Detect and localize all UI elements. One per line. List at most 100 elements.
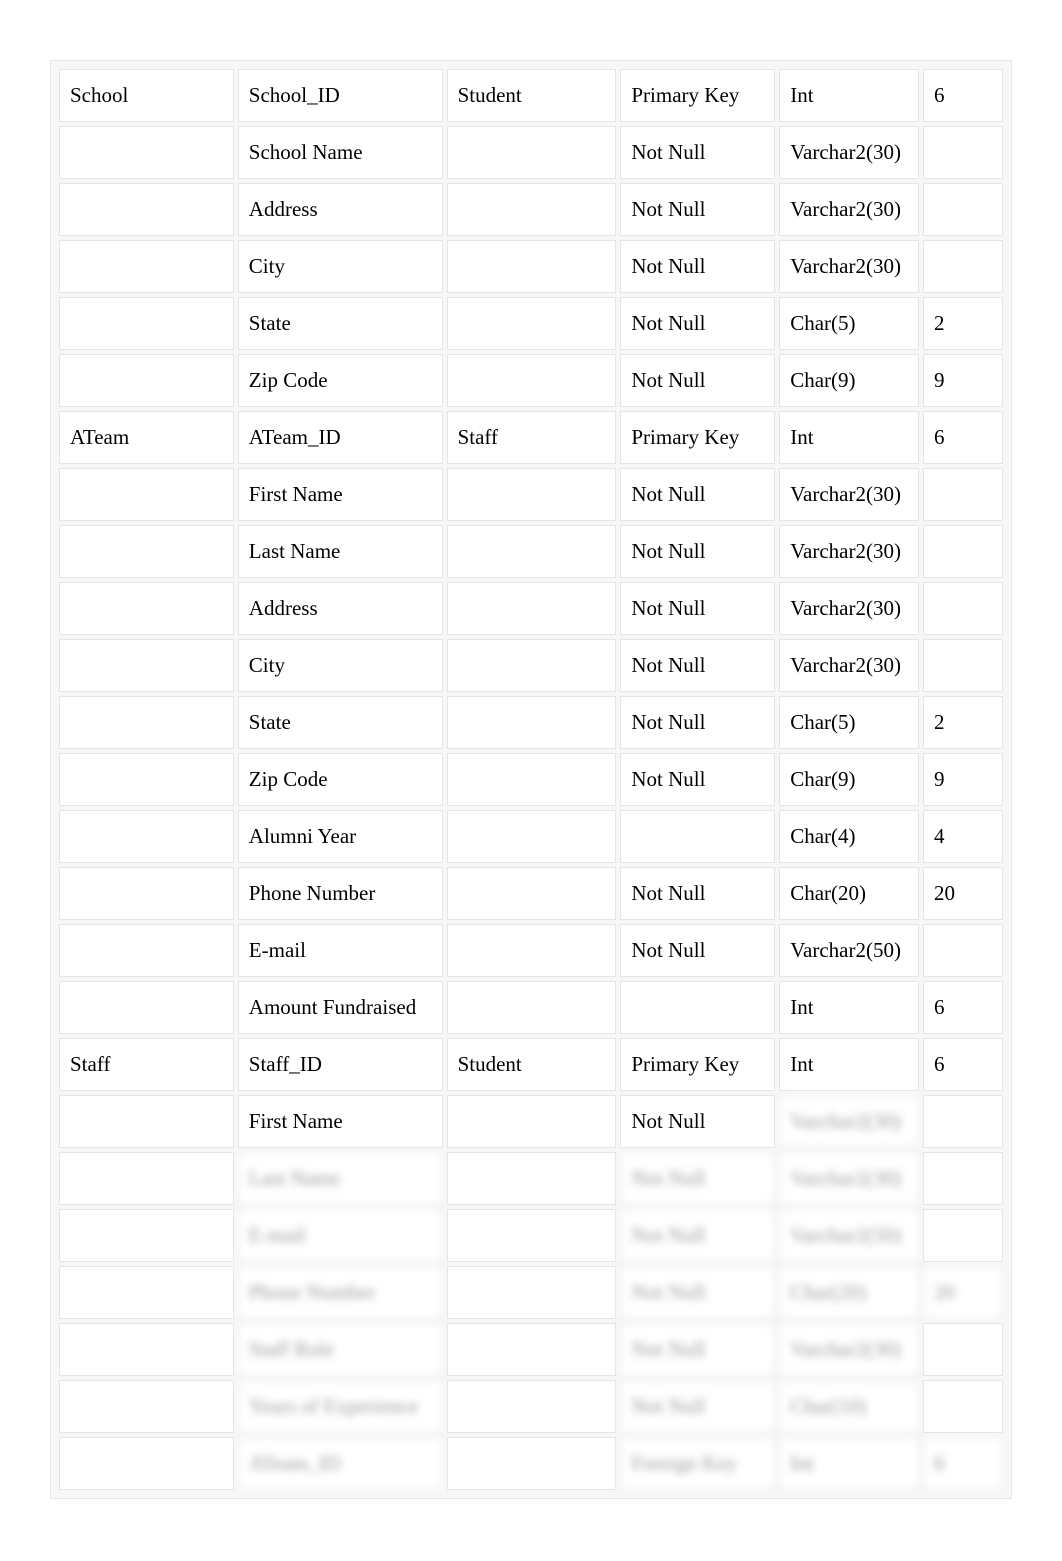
table-cell: Varchar2(50) — [779, 924, 919, 977]
table-cell: First Name — [238, 1095, 443, 1148]
schema-table: SchoolSchool_IDStudentPrimary KeyInt6Sch… — [55, 65, 1007, 1494]
table-cell — [447, 240, 617, 293]
table-cell: Char(9) — [779, 354, 919, 407]
table-cell: Primary Key — [620, 1038, 775, 1091]
table-cell: Varchar2(30) — [779, 1152, 919, 1205]
table-cell — [447, 1209, 617, 1262]
table-row: AddressNot NullVarchar2(30) — [59, 183, 1003, 236]
table-cell — [59, 582, 234, 635]
table-cell: First Name — [238, 468, 443, 521]
schema-table-body: SchoolSchool_IDStudentPrimary KeyInt6Sch… — [59, 69, 1003, 1490]
table-cell: Staff_ID — [238, 1038, 443, 1091]
table-cell — [447, 1095, 617, 1148]
table-cell — [59, 1380, 234, 1433]
table-cell: City — [238, 639, 443, 692]
table-row: Zip CodeNot NullChar(9)9 — [59, 753, 1003, 806]
table-row: AddressNot NullVarchar2(30) — [59, 582, 1003, 635]
table-row: Zip CodeNot NullChar(9)9 — [59, 354, 1003, 407]
table-cell — [923, 240, 1003, 293]
table-row: Years of ExperienceNot NullChar(10) — [59, 1380, 1003, 1433]
table-cell: 4 — [923, 810, 1003, 863]
table-cell: Not Null — [620, 639, 775, 692]
table-cell: Not Null — [620, 1095, 775, 1148]
table-cell: Int — [779, 69, 919, 122]
table-cell: Not Null — [620, 183, 775, 236]
table-cell: E-mail — [238, 924, 443, 977]
table-cell — [447, 753, 617, 806]
table-cell: Int — [779, 1038, 919, 1091]
table-cell: Char(10) — [779, 1380, 919, 1433]
table-cell: Int — [779, 411, 919, 464]
table-cell: Int — [779, 1437, 919, 1490]
table-cell: Not Null — [620, 924, 775, 977]
table-cell: Staff — [447, 411, 617, 464]
table-row: Amount FundraisedInt6 — [59, 981, 1003, 1034]
table-cell: Not Null — [620, 525, 775, 578]
table-row: School NameNot NullVarchar2(30) — [59, 126, 1003, 179]
table-row: CityNot NullVarchar2(30) — [59, 240, 1003, 293]
table-row: ATeamATeam_IDStaffPrimary KeyInt6 — [59, 411, 1003, 464]
table-cell: 20 — [923, 867, 1003, 920]
table-cell: Not Null — [620, 1323, 775, 1376]
table-cell — [923, 1095, 1003, 1148]
table-cell — [447, 867, 617, 920]
table-cell — [923, 1152, 1003, 1205]
table-cell — [447, 810, 617, 863]
table-cell: Char(5) — [779, 297, 919, 350]
table-cell: ATeam — [59, 411, 234, 464]
table-cell — [447, 183, 617, 236]
table-cell — [923, 183, 1003, 236]
table-cell: Varchar2(30) — [779, 126, 919, 179]
schema-table-container: SchoolSchool_IDStudentPrimary KeyInt6Sch… — [50, 60, 1012, 1499]
table-cell — [923, 525, 1003, 578]
table-row: StateNot NullChar(5)2 — [59, 696, 1003, 749]
table-cell: Address — [238, 183, 443, 236]
table-row: First NameNot NullVarchar2(30) — [59, 1095, 1003, 1148]
table-cell: Not Null — [620, 1266, 775, 1319]
table-cell — [59, 1095, 234, 1148]
table-cell: Student — [447, 1038, 617, 1091]
table-cell — [59, 696, 234, 749]
table-cell — [59, 639, 234, 692]
table-cell: Varchar2(30) — [779, 582, 919, 635]
table-cell: Char(9) — [779, 753, 919, 806]
table-cell — [620, 981, 775, 1034]
table-cell: Varchar2(30) — [779, 639, 919, 692]
table-cell — [59, 1152, 234, 1205]
table-cell — [59, 1266, 234, 1319]
table-cell — [447, 126, 617, 179]
table-cell: Not Null — [620, 468, 775, 521]
table-cell: Amount Fundraised — [238, 981, 443, 1034]
table-cell: Student — [447, 69, 617, 122]
table-cell — [59, 240, 234, 293]
table-cell — [59, 354, 234, 407]
table-row: Phone NumberNot NullChar(20)20 — [59, 1266, 1003, 1319]
table-cell — [923, 1323, 1003, 1376]
table-cell: ATeam_ID — [238, 411, 443, 464]
table-cell: School Name — [238, 126, 443, 179]
table-cell: 6 — [923, 1038, 1003, 1091]
table-cell: Varchar2(30) — [779, 468, 919, 521]
table-cell: Staff — [59, 1038, 234, 1091]
table-cell: Alumni Year — [238, 810, 443, 863]
table-cell: Varchar2(30) — [779, 240, 919, 293]
table-cell — [59, 525, 234, 578]
table-cell: Last Name — [238, 1152, 443, 1205]
table-cell: Not Null — [620, 1380, 775, 1433]
table-cell: Zip Code — [238, 753, 443, 806]
table-cell: Foreign Key — [620, 1437, 775, 1490]
table-cell: 6 — [923, 411, 1003, 464]
table-row: E-mailNot NullVarchar2(50) — [59, 1209, 1003, 1262]
table-cell: Last Name — [238, 525, 443, 578]
table-cell — [59, 867, 234, 920]
table-cell: 20 — [923, 1266, 1003, 1319]
table-cell — [447, 525, 617, 578]
table-cell — [447, 1380, 617, 1433]
table-row: Last NameNot NullVarchar2(30) — [59, 525, 1003, 578]
table-cell: State — [238, 297, 443, 350]
table-cell: Char(4) — [779, 810, 919, 863]
table-cell: Char(20) — [779, 867, 919, 920]
table-row: Alumni Year Char(4)4 — [59, 810, 1003, 863]
table-cell: Char(20) — [779, 1266, 919, 1319]
table-cell — [59, 1323, 234, 1376]
